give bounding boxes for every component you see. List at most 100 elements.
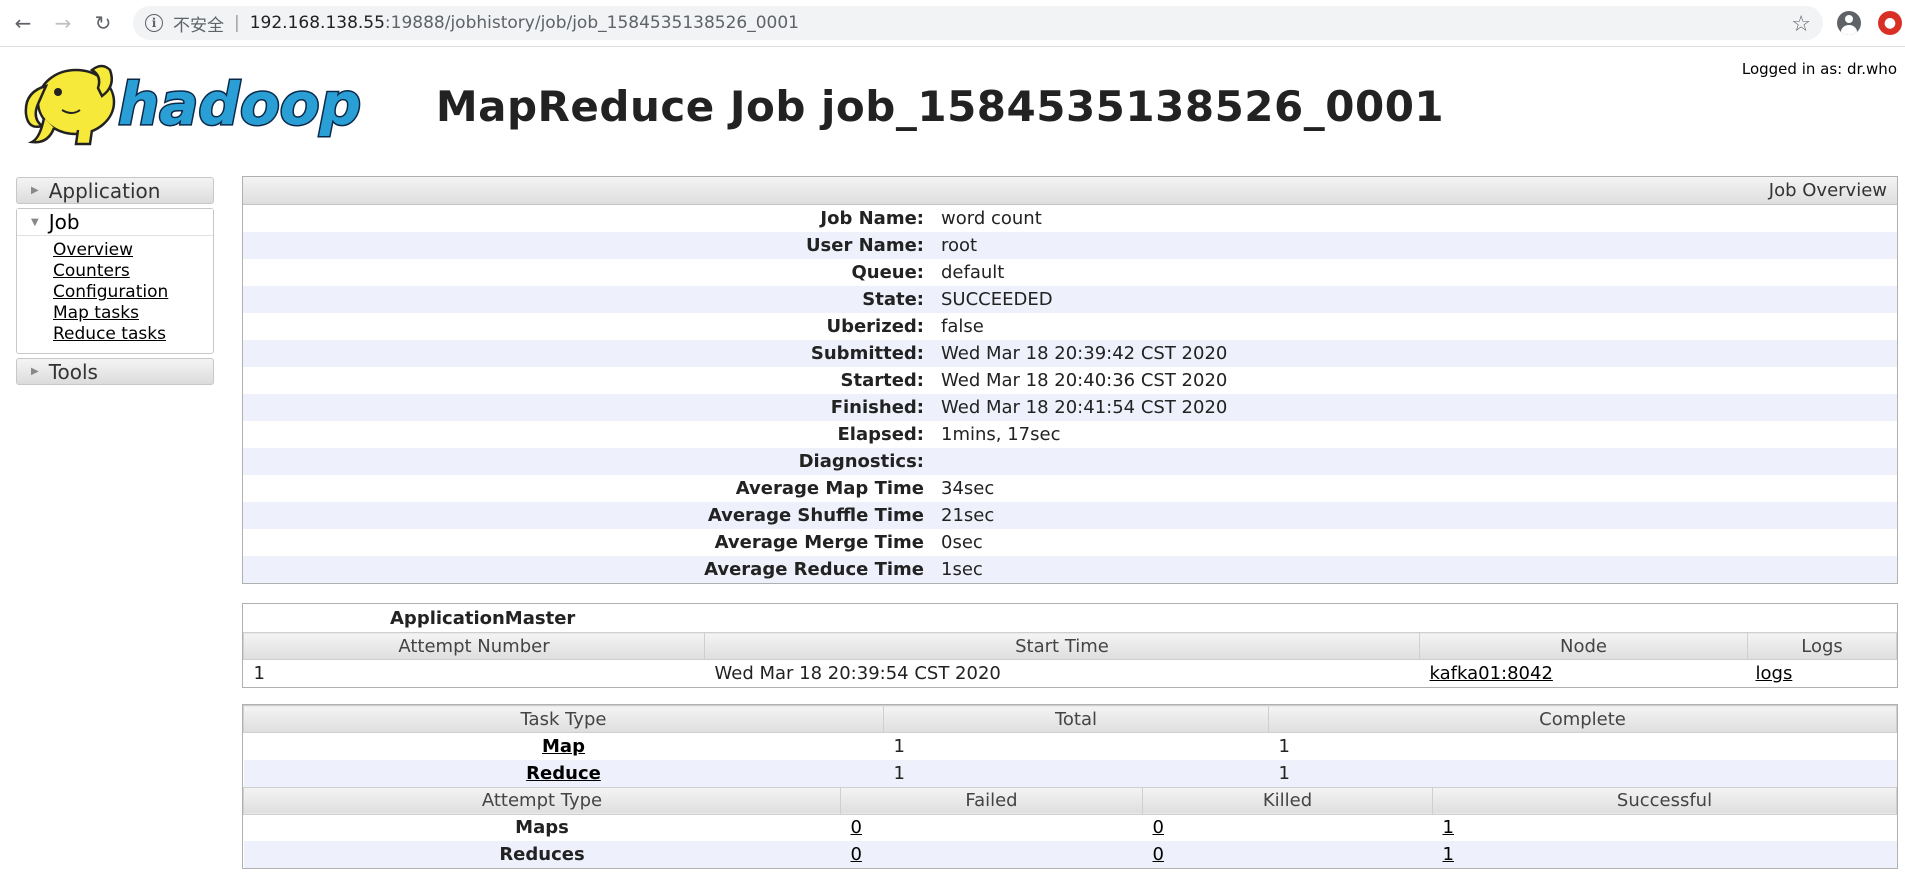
killed-reduces-link[interactable]: 0 <box>1153 844 1164 865</box>
info-icon[interactable]: i <box>145 14 163 32</box>
caret-right-icon: ▶ <box>31 366 39 377</box>
row-value: Wed Mar 18 20:41:54 CST 2020 <box>941 397 1228 418</box>
column-header: Failed <box>840 786 1143 815</box>
sidebar-section-label: Tools <box>48 359 98 384</box>
caret-right-icon: ▶ <box>31 185 39 196</box>
row-value: Wed Mar 18 20:39:42 CST 2020 <box>941 343 1228 364</box>
row-value: 34sec <box>941 478 995 499</box>
row-value: 1sec <box>941 559 983 580</box>
job-overview-panel: Job Overview Job Name: word count User Na… <box>242 176 1898 584</box>
table-row: Average Reduce Time 1sec <box>243 556 1897 583</box>
job-overview-table: Job Name: word count User Name: root Queue… <box>243 205 1897 583</box>
row-value: word count <box>941 208 1042 229</box>
table-row: Average Map Time 34sec <box>243 475 1897 502</box>
start-time: Wed Mar 18 20:39:54 CST 2020 <box>714 662 1001 684</box>
sidebar-section-job-header[interactable]: ▼ Job <box>17 209 213 236</box>
table-row: Reduces 0 0 1 <box>243 841 1897 868</box>
node-link[interactable]: kafka01:8042 <box>1430 663 1553 684</box>
logged-in-label: Logged in as: dr.who <box>1741 60 1897 78</box>
profile-avatar-icon[interactable] <box>1837 11 1861 35</box>
address-separator: | <box>234 13 240 33</box>
forward-arrow-icon[interactable]: → <box>48 8 78 38</box>
row-label: Average Shuffle Time <box>707 505 924 526</box>
logs-link[interactable]: logs <box>1756 663 1793 684</box>
sidebar-link-configuration[interactable]: Configuration <box>53 282 213 303</box>
table-row: Average Shuffle Time 21sec <box>243 502 1897 529</box>
row-label: Average Reduce Time <box>704 559 924 580</box>
bookmark-star-icon[interactable]: ☆ <box>1791 12 1811 37</box>
row-label: Elapsed: <box>837 424 924 445</box>
column-header: Successful <box>1432 786 1897 815</box>
caret-down-icon: ▼ <box>31 216 39 228</box>
application-master-table: Attempt Number Start Time Node Logs 1 We… <box>243 632 1897 687</box>
row-value: 0sec <box>941 532 983 553</box>
table-row: Finished: Wed Mar 18 20:41:54 CST 2020 <box>243 394 1897 421</box>
row-value <box>940 448 1897 475</box>
failed-maps-link[interactable]: 0 <box>851 817 862 838</box>
address-bar[interactable]: i 不安全 | 192.168.138.55:19888/jobhistory/… <box>133 6 1823 40</box>
table-row: Elapsed: 1mins, 17sec <box>243 421 1897 448</box>
task-total: 1 <box>893 762 905 784</box>
sidebar-section-application[interactable]: ▶ Application <box>16 177 214 204</box>
column-header: Total <box>883 705 1269 733</box>
reload-icon[interactable]: ↻ <box>88 8 118 38</box>
row-value: root <box>941 235 978 256</box>
sidebar-link-map-tasks[interactable]: Map tasks <box>53 303 213 324</box>
row-label: Diagnostics: <box>798 451 924 472</box>
row-value: default <box>941 262 1005 283</box>
table-row: Map 1 1 <box>244 733 1897 760</box>
sidebar-section-label: Application <box>48 178 161 203</box>
column-header: Node <box>1419 632 1748 660</box>
table-row: State: SUCCEEDED <box>243 286 1897 313</box>
table-row: Queue: default <box>243 259 1897 286</box>
sidebar-section-label: Job <box>48 210 80 234</box>
successful-reduces-link[interactable]: 1 <box>1443 844 1454 865</box>
row-label: Started: <box>840 370 925 391</box>
task-type-reduce-link[interactable]: Reduce <box>526 763 601 784</box>
table-row: User Name: root <box>243 232 1897 259</box>
sidebar-section-job: ▼ Job Overview Counters Configuration Ma… <box>16 208 214 354</box>
url-host: 192.168.138.55 <box>249 13 385 33</box>
column-header: Logs <box>1747 632 1897 660</box>
table-row: 1 Wed Mar 18 20:39:54 CST 2020 kafka01:8… <box>244 660 1897 687</box>
browser-toolbar: ← → ↻ i 不安全 | 192.168.138.55:19888/jobhi… <box>0 0 1905 47</box>
column-header: Killed <box>1142 786 1433 815</box>
table-row: Job Name: word count <box>243 205 1897 232</box>
row-label: Uberized: <box>826 316 924 337</box>
attempts-table: Attempt Type Failed Killed Successful Ma… <box>243 786 1897 868</box>
attempt-number: 1 <box>253 662 265 684</box>
table-row: Average Merge Time 0sec <box>243 529 1897 556</box>
failed-reduces-link[interactable]: 0 <box>851 844 862 865</box>
sidebar-link-overview[interactable]: Overview <box>53 240 213 261</box>
security-label: 不安全 <box>173 15 224 36</box>
sidebar-section-tools[interactable]: ▶ Tools <box>16 358 214 385</box>
column-header: Task Type <box>243 705 884 733</box>
killed-maps-link[interactable]: 0 <box>1153 817 1164 838</box>
extension-icon[interactable]: ● <box>1878 11 1902 35</box>
column-header: Start Time <box>704 632 1420 660</box>
sidebar-link-counters[interactable]: Counters <box>53 261 213 282</box>
table-row: Reduce 1 1 <box>243 759 1897 787</box>
tasks-table: Task Type Total Complete Map 1 1 Reduce … <box>243 705 1897 787</box>
task-type-map-link[interactable]: Map <box>542 736 585 757</box>
row-label: Average Merge Time <box>714 532 924 553</box>
table-header-row: Task Type Total Complete <box>243 705 1897 733</box>
application-master-title: ApplicationMaster <box>390 608 576 629</box>
column-header: Attempt Number <box>243 632 705 660</box>
row-label: Average Map Time <box>735 478 924 499</box>
row-value: Wed Mar 18 20:40:36 CST 2020 <box>941 370 1228 391</box>
table-header-row: Attempt Type Failed Killed Successful <box>243 786 1897 815</box>
task-complete: 1 <box>1278 735 1290 757</box>
successful-maps-link[interactable]: 1 <box>1443 817 1454 838</box>
page-title: MapReduce Job job_1584535138526_0001 <box>435 82 1445 131</box>
column-header: Attempt Type <box>243 786 841 815</box>
tasks-panel: Task Type Total Complete Map 1 1 Reduce … <box>242 704 1898 869</box>
row-label: User Name: <box>805 235 924 256</box>
row-label: Submitted: <box>810 343 924 364</box>
attempt-type: Maps <box>515 817 569 839</box>
sidebar-link-reduce-tasks[interactable]: Reduce tasks <box>53 324 213 345</box>
table-row: Started: Wed Mar 18 20:40:36 CST 2020 <box>243 367 1897 394</box>
back-arrow-icon[interactable]: ← <box>8 8 38 38</box>
task-total: 1 <box>893 735 905 757</box>
sidebar: ▶ Application ▼ Job Overview Counters Co… <box>16 177 214 385</box>
